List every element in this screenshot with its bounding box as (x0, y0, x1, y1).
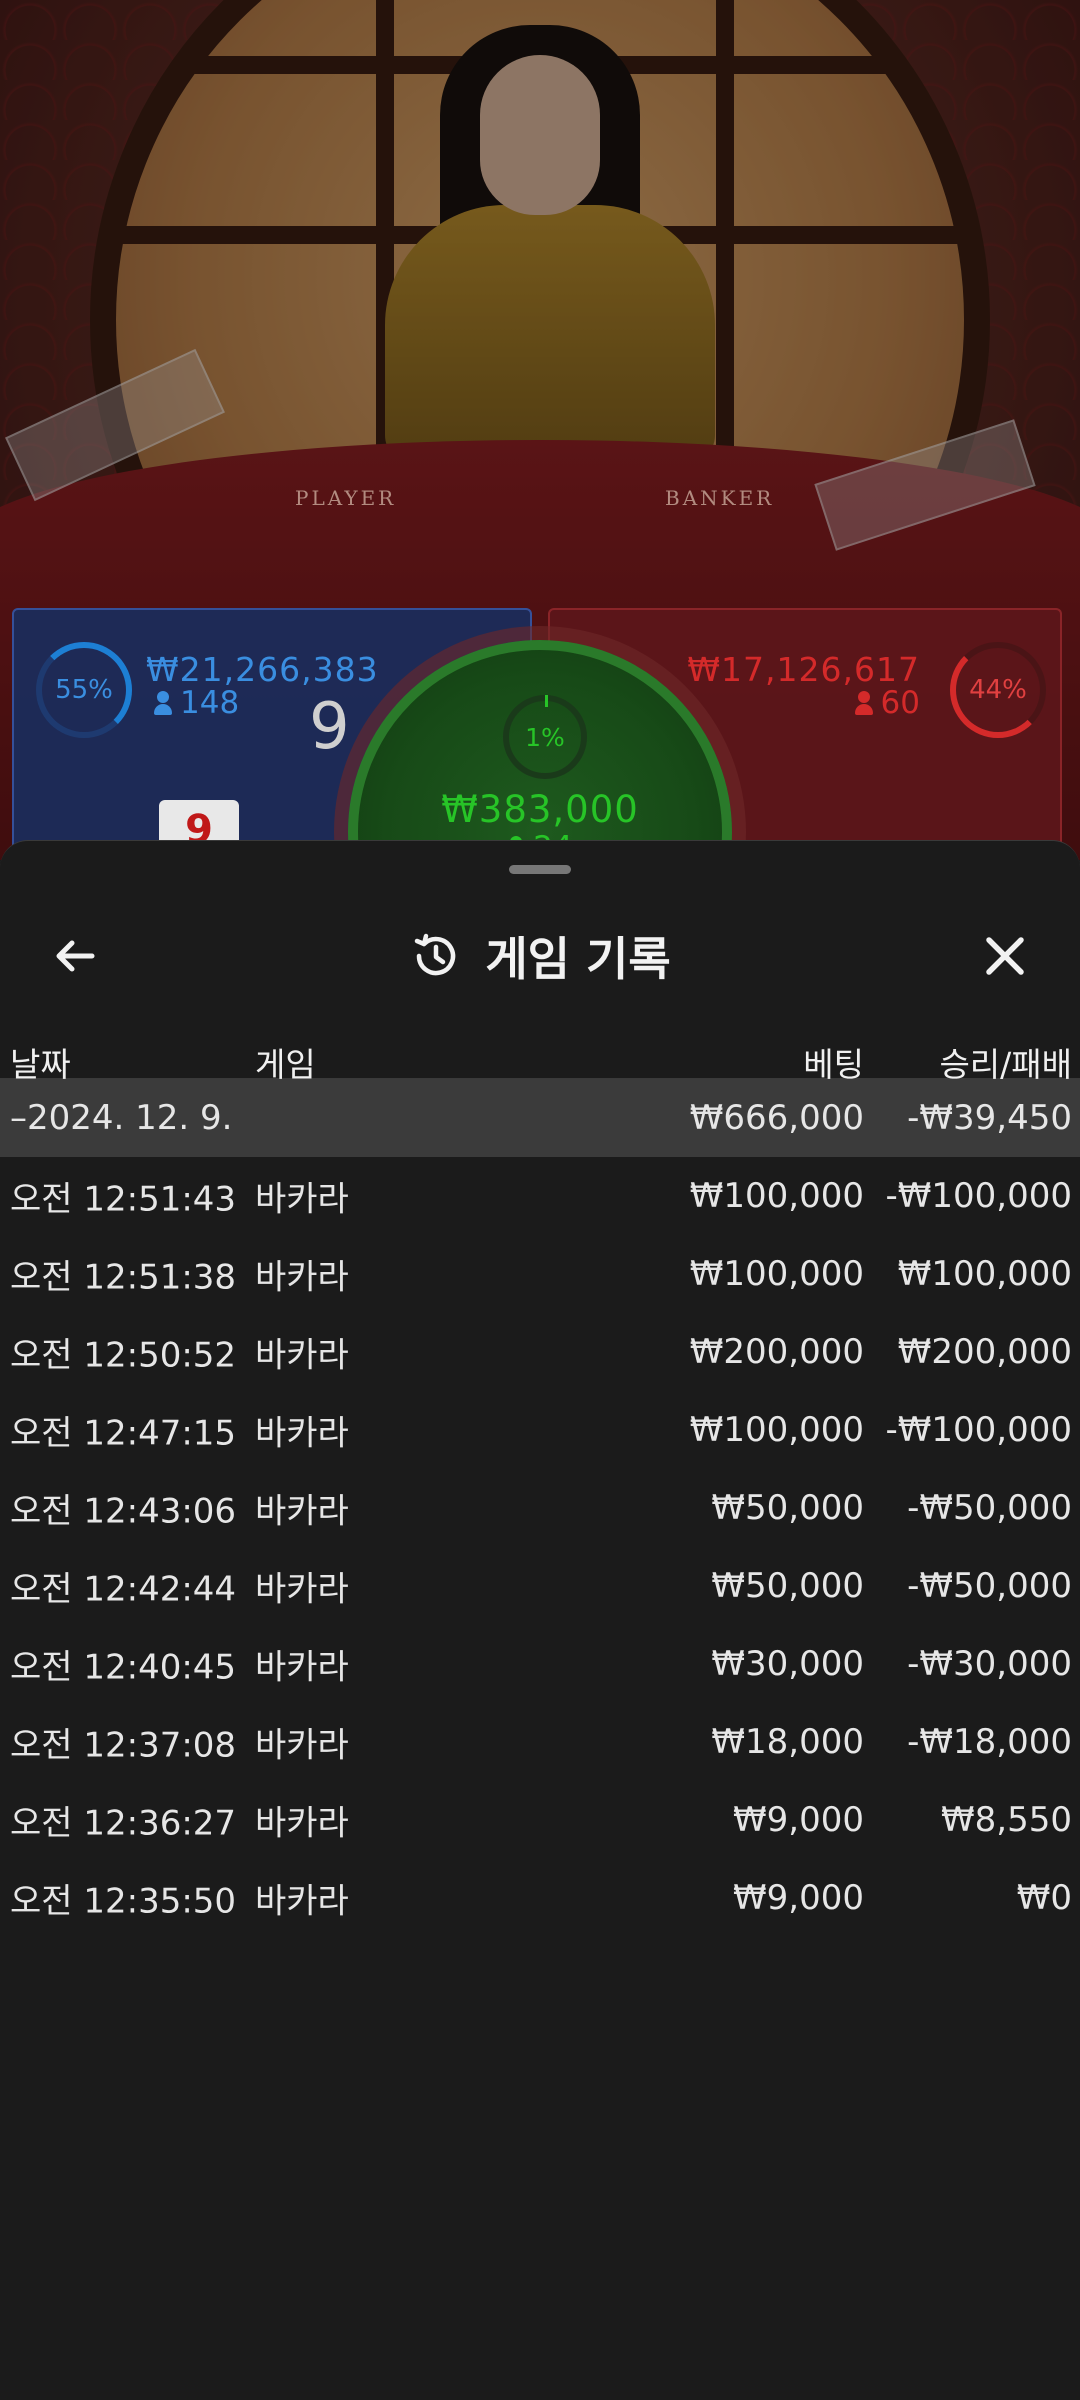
close-icon (986, 937, 1024, 975)
close-button[interactable] (970, 921, 1040, 991)
dealer-face (480, 55, 600, 215)
row-bet: ₩100,000 (689, 1176, 864, 1216)
row-result: -₩30,000 (907, 1644, 1072, 1684)
row-bet: ₩30,000 (711, 1644, 864, 1684)
row-result: -₩100,000 (885, 1176, 1073, 1216)
player-bettor-count: 148 (154, 685, 239, 721)
row-game: 바카라 (255, 1179, 349, 1220)
person-icon (854, 691, 873, 715)
row-time: 오전 12:51:43 (10, 1179, 237, 1220)
row-result: -₩100,000 (885, 1410, 1073, 1450)
group-date: –2024. 12. 9. (10, 1098, 233, 1138)
row-game: 바카라 (255, 1335, 349, 1376)
row-game: 바카라 (255, 1881, 349, 1922)
row-time: 오전 12:40:45 (10, 1647, 237, 1688)
table-header: 날짜 게임 베팅 승리/패배 (0, 1016, 1080, 1084)
table-row[interactable]: 오전 12:47:15 바카라 ₩100,000 -₩100,000 (0, 1391, 1080, 1469)
row-result: ₩0 (1016, 1878, 1072, 1918)
row-time: 오전 12:47:15 (10, 1413, 237, 1454)
date-group-row[interactable]: –2024. 12. 9. -₩39,450 ₩666,000 (0, 1079, 1080, 1157)
game-history-sheet: 게임 기록 날짜 게임 베팅 승리/패배 –2024. 12. 9. -₩39,… (0, 840, 1080, 2400)
card-shoe-left (5, 348, 225, 502)
row-bet: ₩50,000 (711, 1566, 864, 1606)
row-bet: ₩9,000 (733, 1878, 864, 1918)
group-bet: ₩666,000 (689, 1098, 864, 1138)
table-row[interactable]: 오전 12:36:27 바카라 ₩9,000 ₩8,550 (0, 1781, 1080, 1859)
felt-player-label: PLAYER (295, 486, 397, 510)
banker-count-value: 60 (880, 685, 920, 721)
banker-bettor-count: 60 (854, 685, 920, 721)
table-row[interactable]: 오전 12:40:45 바카라 ₩30,000 -₩30,000 (0, 1625, 1080, 1703)
row-bet: ₩100,000 (689, 1410, 864, 1450)
group-result: -₩39,450 (907, 1098, 1072, 1138)
banker-percent: 44% (969, 675, 1027, 705)
row-bet: ₩50,000 (711, 1488, 864, 1528)
row-result: ₩8,550 (941, 1800, 1072, 1840)
row-time: 오전 12:37:08 (10, 1725, 237, 1766)
banker-total-bet: ₩17,126,617 (687, 650, 920, 689)
table-row[interactable]: 오전 12:35:50 바카라 ₩9,000 ₩0 (0, 1859, 1080, 1937)
history-table: 날짜 게임 베팅 승리/패배 –2024. 12. 9. -₩39,450 ₩6… (0, 1016, 1080, 1937)
player-percent-ring: 55% (36, 642, 132, 738)
table-row[interactable]: 오전 12:51:43 바카라 ₩100,000 -₩100,000 (0, 1157, 1080, 1235)
row-game: 바카라 (255, 1413, 349, 1454)
banker-percent-ring: 44% (950, 642, 1046, 738)
row-time: 오전 12:36:27 (10, 1803, 237, 1844)
row-game: 바카라 (255, 1491, 349, 1532)
row-result: -₩50,000 (907, 1488, 1072, 1528)
tie-percent-ring: 1% (503, 695, 587, 779)
table-row[interactable]: 오전 12:42:44 바카라 ₩50,000 -₩50,000 (0, 1547, 1080, 1625)
tie-total-bet: ₩383,000 (441, 788, 639, 831)
row-result: -₩50,000 (907, 1566, 1072, 1606)
player-count-value: 148 (180, 685, 240, 721)
table-row[interactable]: 오전 12:43:06 바카라 ₩50,000 -₩50,000 (0, 1469, 1080, 1547)
row-time: 오전 12:43:06 (10, 1491, 237, 1532)
table-row[interactable]: 오전 12:51:38 바카라 ₩100,000 ₩100,000 (0, 1235, 1080, 1313)
person-icon (154, 691, 172, 715)
row-time: 오전 12:42:44 (10, 1569, 237, 1610)
row-result: -₩18,000 (907, 1722, 1072, 1762)
row-result: ₩200,000 (897, 1332, 1072, 1372)
felt-banker-label: BANKER (665, 486, 775, 510)
player-percent: 55% (55, 675, 113, 705)
row-bet: ₩18,000 (711, 1722, 864, 1762)
card-shoe-right (814, 419, 1036, 551)
row-bet: ₩100,000 (689, 1254, 864, 1294)
drag-handle[interactable] (509, 865, 571, 874)
row-time: 오전 12:51:38 (10, 1257, 237, 1298)
tie-percent: 1% (525, 722, 565, 752)
row-game: 바카라 (255, 1725, 349, 1766)
dealer-hair (440, 25, 640, 355)
table-row[interactable]: 오전 12:37:08 바카라 ₩18,000 -₩18,000 (0, 1703, 1080, 1781)
row-game: 바카라 (255, 1647, 349, 1688)
history-icon (415, 933, 456, 976)
dealer (385, 205, 715, 465)
sheet-header: 게임 기록 (0, 901, 1080, 1011)
row-time: 오전 12:35:50 (10, 1881, 237, 1922)
row-bet: ₩9,000 (733, 1800, 864, 1840)
row-time: 오전 12:50:52 (10, 1335, 237, 1376)
row-result: ₩100,000 (897, 1254, 1072, 1294)
row-game: 바카라 (255, 1569, 349, 1610)
row-bet: ₩200,000 (689, 1332, 864, 1372)
row-game: 바카라 (255, 1803, 349, 1844)
player-total-bet: ₩21,266,383 (146, 650, 379, 689)
sheet-title: 게임 기록 (485, 932, 671, 986)
table-row[interactable]: 오전 12:50:52 바카라 ₩200,000 ₩200,000 (0, 1313, 1080, 1391)
back-button[interactable] (40, 921, 110, 991)
player-score: 9 (309, 690, 350, 764)
arrow-left-icon (56, 940, 95, 972)
row-game: 바카라 (255, 1257, 349, 1298)
